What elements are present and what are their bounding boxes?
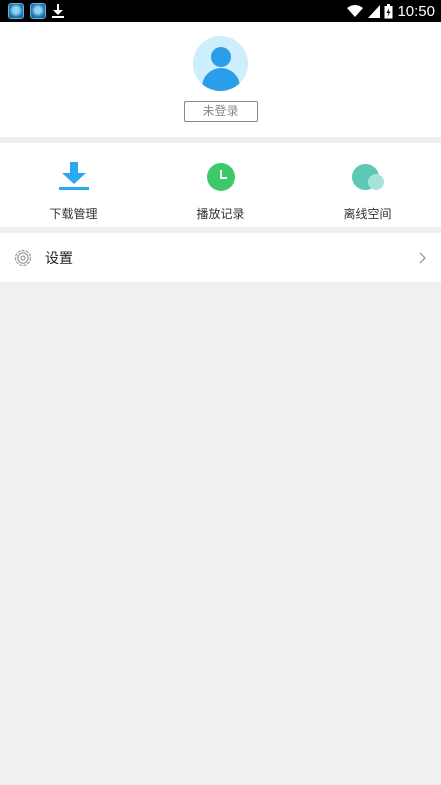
status-bar-system: 10:50	[346, 3, 435, 20]
app-notification-icon	[8, 3, 24, 19]
quick-action-label: 播放记录	[196, 207, 245, 221]
profile-header: 未登录	[0, 22, 441, 137]
download-notification-icon	[52, 4, 64, 18]
quick-action-offline-space[interactable]: 离线空间	[294, 143, 441, 227]
chevron-right-icon	[419, 252, 426, 263]
download-icon	[57, 160, 91, 194]
settings-row[interactable]: 设置	[0, 233, 441, 282]
quick-action-label: 离线空间	[343, 207, 392, 221]
signal-icon	[368, 5, 381, 18]
quick-action-play-history[interactable]: 播放记录	[147, 143, 294, 227]
status-bar-notifications	[8, 3, 64, 19]
app-notification-icon	[30, 3, 46, 19]
gear-icon	[14, 249, 32, 266]
quick-actions: 下载管理 播放记录 离线空间	[0, 143, 441, 227]
user-avatar-icon[interactable]	[193, 36, 248, 91]
cloud-icon	[351, 160, 385, 194]
status-bar: 10:50	[0, 0, 441, 22]
wifi-icon	[347, 5, 364, 17]
login-button[interactable]: 未登录	[183, 101, 258, 122]
settings-label: 设置	[45, 250, 73, 267]
quick-action-download-manager[interactable]: 下载管理	[0, 143, 147, 227]
battery-icon	[384, 3, 393, 18]
clock-time: 10:50	[397, 2, 435, 20]
quick-action-label: 下载管理	[49, 207, 98, 221]
clock-icon	[204, 160, 238, 194]
